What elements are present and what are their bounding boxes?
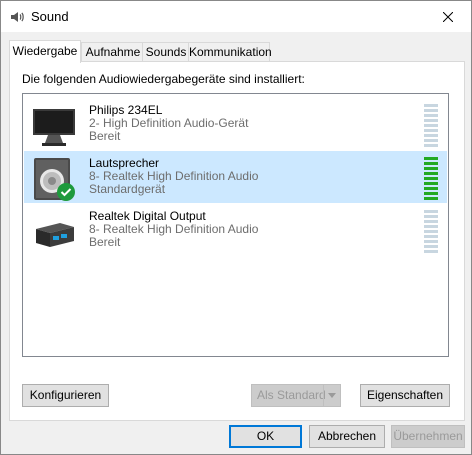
chevron-down-icon [328, 393, 336, 398]
tab-sounds[interactable]: Sounds [142, 42, 190, 61]
level-meter [424, 157, 438, 202]
monitor-icon [33, 109, 75, 146]
speaker-app-icon [11, 12, 24, 22]
meter-segment [424, 250, 438, 253]
device-status: Bereit [89, 129, 121, 143]
digital-output-icon [36, 223, 74, 247]
meter-segment [424, 230, 438, 233]
meter-segment [424, 210, 438, 213]
meter-segment [424, 119, 438, 122]
meter-segment [424, 124, 438, 127]
default-check-badge [57, 183, 75, 201]
meter-segment [424, 167, 438, 170]
device-lautsprecher[interactable]: Lautsprecher 8- Realtek High Definition … [24, 151, 447, 203]
properties-button[interactable]: Eigenschaften [360, 384, 450, 407]
device-philips[interactable]: Philips 234EL 2- High Definition Audio-G… [24, 98, 447, 150]
meter-segment [424, 177, 438, 180]
apply-button[interactable]: Übernehmen [391, 425, 465, 448]
meter-segment [424, 220, 438, 223]
meter-segment [424, 172, 438, 175]
meter-segment [424, 235, 438, 238]
meter-segment [424, 162, 438, 165]
tab-kommunikation[interactable]: Kommunikation [188, 42, 272, 61]
meter-segment [424, 197, 438, 200]
meter-segment [424, 139, 438, 142]
meter-segment [424, 144, 438, 147]
close-button[interactable] [425, 1, 471, 32]
device-status: Standardgerät [89, 182, 166, 196]
set-default-dropdown[interactable] [323, 385, 340, 406]
instruction-text: Die folgenden Audiowiedergabegeräte sind… [22, 72, 305, 86]
level-meter [424, 104, 438, 149]
level-meter [424, 210, 438, 255]
meter-segment [424, 192, 438, 195]
tab-aufnahme[interactable]: Aufnahme [81, 42, 145, 61]
device-digital-output[interactable]: Realtek Digital Output 8- Realtek High D… [24, 204, 447, 256]
cancel-button[interactable]: Abbrechen [309, 425, 385, 448]
set-default-button[interactable]: Als Standard [251, 384, 341, 407]
meter-segment [424, 187, 438, 190]
meter-segment [424, 240, 438, 243]
meter-segment [424, 134, 438, 137]
meter-segment [424, 225, 438, 228]
meter-segment [424, 114, 438, 117]
configure-button[interactable]: Konfigurieren [22, 384, 109, 407]
meter-segment [424, 104, 438, 107]
ok-button[interactable]: OK [229, 425, 302, 448]
meter-segment [424, 109, 438, 112]
speaker-icon [34, 158, 75, 201]
device-list[interactable]: Philips 234EL 2- High Definition Audio-G… [22, 93, 449, 357]
close-icon [443, 11, 453, 22]
meter-segment [424, 215, 438, 218]
set-default-label: Als Standard [257, 388, 326, 402]
title-bar: Sound [1, 1, 471, 32]
device-status: Bereit [89, 235, 121, 249]
window-title: Sound [31, 9, 69, 24]
tab-wiedergabe[interactable]: Wiedergabe [9, 40, 81, 63]
meter-segment [424, 157, 438, 160]
meter-segment [424, 245, 438, 248]
meter-segment [424, 129, 438, 132]
meter-segment [424, 182, 438, 185]
